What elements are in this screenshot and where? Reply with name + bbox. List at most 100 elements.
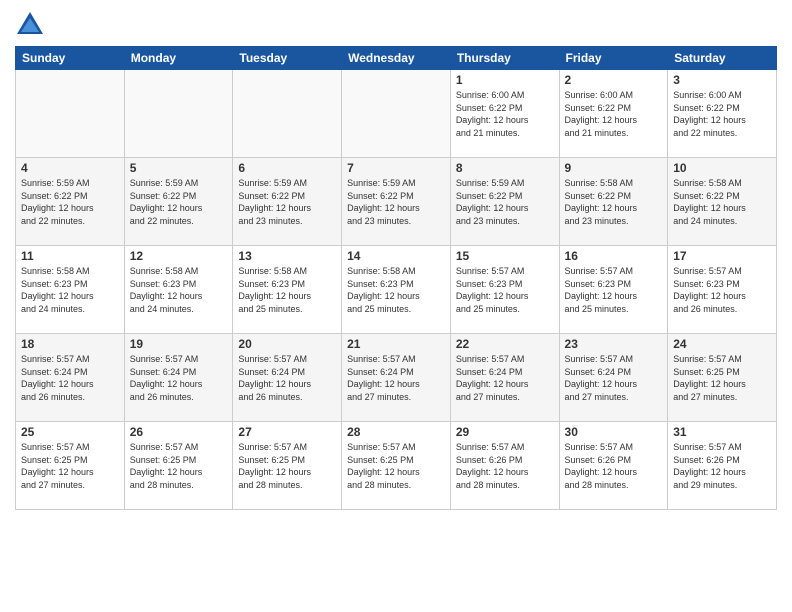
calendar-cell: 21 Sunrise: 5:57 AM Sunset: 6:24 PM Dayli… [342,334,451,422]
weekday-header: Wednesday [342,47,451,70]
day-info: Sunrise: 5:57 AM Sunset: 6:25 PM Dayligh… [238,441,336,491]
weekday-header: Monday [124,47,233,70]
day-number: 29 [456,425,554,439]
day-number: 5 [130,161,228,175]
day-number: 25 [21,425,119,439]
day-number: 4 [21,161,119,175]
day-number: 10 [673,161,771,175]
calendar-cell: 24 Sunrise: 5:57 AM Sunset: 6:25 PM Dayli… [668,334,777,422]
calendar-cell: 18Sunrise: 5:57 AM Sunset: 6:24 PM Dayli… [16,334,125,422]
day-number: 14 [347,249,445,263]
day-info: Sunrise: 5:57 AM Sunset: 6:24 PM Dayligh… [130,353,228,403]
calendar-cell: 19 Sunrise: 5:57 AM Sunset: 6:24 PM Dayli… [124,334,233,422]
day-number: 23 [565,337,663,351]
day-number: 24 [673,337,771,351]
day-info: Sunrise: 5:57 AM Sunset: 6:25 PM Dayligh… [130,441,228,491]
calendar-body: 1 Sunrise: 6:00 AM Sunset: 6:22 PM Daylig… [16,70,777,510]
weekday-header: Saturday [668,47,777,70]
weekday-header: Tuesday [233,47,342,70]
calendar-header: SundayMondayTuesdayWednesdayThursdayFrid… [16,47,777,70]
calendar-cell: 14 Sunrise: 5:58 AM Sunset: 6:23 PM Dayli… [342,246,451,334]
day-info: Sunrise: 5:57 AM Sunset: 6:24 PM Dayligh… [565,353,663,403]
day-info: Sunrise: 5:58 AM Sunset: 6:22 PM Dayligh… [565,177,663,227]
calendar-cell: 7 Sunrise: 5:59 AM Sunset: 6:22 PM Daylig… [342,158,451,246]
day-info: Sunrise: 5:58 AM Sunset: 6:23 PM Dayligh… [21,265,119,315]
day-info: Sunrise: 5:57 AM Sunset: 6:25 PM Dayligh… [21,441,119,491]
day-number: 1 [456,73,554,87]
day-info: Sunrise: 5:57 AM Sunset: 6:26 PM Dayligh… [565,441,663,491]
day-info: Sunrise: 5:57 AM Sunset: 6:26 PM Dayligh… [673,441,771,491]
day-info: Sunrise: 5:57 AM Sunset: 6:24 PM Dayligh… [456,353,554,403]
day-info: Sunrise: 5:58 AM Sunset: 6:23 PM Dayligh… [130,265,228,315]
day-number: 22 [456,337,554,351]
calendar-cell: 13 Sunrise: 5:58 AM Sunset: 6:23 PM Dayli… [233,246,342,334]
calendar-cell [124,70,233,158]
day-info: Sunrise: 6:00 AM Sunset: 6:22 PM Dayligh… [565,89,663,139]
calendar-cell [233,70,342,158]
calendar-cell: 22 Sunrise: 5:57 AM Sunset: 6:24 PM Dayli… [450,334,559,422]
day-info: Sunrise: 6:00 AM Sunset: 6:22 PM Dayligh… [673,89,771,139]
weekday-row: SundayMondayTuesdayWednesdayThursdayFrid… [16,47,777,70]
calendar-cell: 17Sunrise: 5:57 AM Sunset: 6:23 PM Dayli… [668,246,777,334]
day-info: Sunrise: 5:59 AM Sunset: 6:22 PM Dayligh… [238,177,336,227]
calendar-cell: 16Sunrise: 5:57 AM Sunset: 6:23 PM Dayli… [559,246,668,334]
day-number: 21 [347,337,445,351]
calendar-week-row: 11 Sunrise: 5:58 AM Sunset: 6:23 PM Dayli… [16,246,777,334]
calendar-cell: 1 Sunrise: 6:00 AM Sunset: 6:22 PM Daylig… [450,70,559,158]
day-info: Sunrise: 6:00 AM Sunset: 6:22 PM Dayligh… [456,89,554,139]
calendar-cell: 25 Sunrise: 5:57 AM Sunset: 6:25 PM Dayli… [16,422,125,510]
day-number: 17 [673,249,771,263]
calendar-cell: 20Sunrise: 5:57 AM Sunset: 6:24 PM Dayli… [233,334,342,422]
day-number: 6 [238,161,336,175]
calendar-cell: 27 Sunrise: 5:57 AM Sunset: 6:25 PM Dayli… [233,422,342,510]
calendar-cell: 29 Sunrise: 5:57 AM Sunset: 6:26 PM Dayli… [450,422,559,510]
day-number: 7 [347,161,445,175]
day-info: Sunrise: 5:59 AM Sunset: 6:22 PM Dayligh… [456,177,554,227]
calendar-week-row: 1 Sunrise: 6:00 AM Sunset: 6:22 PM Daylig… [16,70,777,158]
day-number: 13 [238,249,336,263]
logo-icon [15,10,45,40]
day-number: 26 [130,425,228,439]
day-info: Sunrise: 5:57 AM Sunset: 6:24 PM Dayligh… [347,353,445,403]
calendar-cell: 4Sunrise: 5:59 AM Sunset: 6:22 PM Daylig… [16,158,125,246]
day-info: Sunrise: 5:57 AM Sunset: 6:23 PM Dayligh… [565,265,663,315]
calendar-cell: 26 Sunrise: 5:57 AM Sunset: 6:25 PM Dayli… [124,422,233,510]
calendar-cell: 15 Sunrise: 5:57 AM Sunset: 6:23 PM Dayli… [450,246,559,334]
day-number: 2 [565,73,663,87]
day-info: Sunrise: 5:58 AM Sunset: 6:23 PM Dayligh… [347,265,445,315]
day-number: 11 [21,249,119,263]
calendar-cell: 5Sunrise: 5:59 AM Sunset: 6:22 PM Daylig… [124,158,233,246]
calendar-cell: 28 Sunrise: 5:57 AM Sunset: 6:25 PM Dayli… [342,422,451,510]
calendar-week-row: 18 Sunrise: 5:57 AM Sunset: 6:24 PM Dayli… [16,334,777,422]
day-info: Sunrise: 5:57 AM Sunset: 6:26 PM Dayligh… [456,441,554,491]
day-number: 28 [347,425,445,439]
day-info: Sunrise: 5:57 AM Sunset: 6:25 PM Dayligh… [673,353,771,403]
day-number: 15 [456,249,554,263]
day-info: Sunrise: 5:58 AM Sunset: 6:22 PM Dayligh… [673,177,771,227]
day-number: 18 [21,337,119,351]
day-info: Sunrise: 5:58 AM Sunset: 6:23 PM Dayligh… [238,265,336,315]
calendar-cell [16,70,125,158]
weekday-header: Friday [559,47,668,70]
day-info: Sunrise: 5:59 AM Sunset: 6:22 PM Dayligh… [347,177,445,227]
day-number: 19 [130,337,228,351]
calendar-cell: 10 Sunrise: 5:58 AM Sunset: 6:22 PM Dayli… [668,158,777,246]
calendar-week-row: 25 Sunrise: 5:57 AM Sunset: 6:25 PM Dayli… [16,422,777,510]
calendar-cell: 6 Sunrise: 5:59 AM Sunset: 6:22 PM Daylig… [233,158,342,246]
day-number: 8 [456,161,554,175]
calendar-cell: 9Sunrise: 5:58 AM Sunset: 6:22 PM Daylig… [559,158,668,246]
calendar-week-row: 4 Sunrise: 5:59 AM Sunset: 6:22 PM Daylig… [16,158,777,246]
weekday-header: Thursday [450,47,559,70]
calendar-cell: 2 Sunrise: 6:00 AM Sunset: 6:22 PM Daylig… [559,70,668,158]
calendar-cell: 8 Sunrise: 5:59 AM Sunset: 6:22 PM Daylig… [450,158,559,246]
day-info: Sunrise: 5:57 AM Sunset: 6:25 PM Dayligh… [347,441,445,491]
header [15,10,777,40]
day-info: Sunrise: 5:57 AM Sunset: 6:23 PM Dayligh… [456,265,554,315]
calendar: SundayMondayTuesdayWednesdayThursdayFrid… [15,46,777,510]
day-number: 30 [565,425,663,439]
weekday-header: Sunday [16,47,125,70]
day-number: 27 [238,425,336,439]
day-number: 12 [130,249,228,263]
calendar-cell: 3Sunrise: 6:00 AM Sunset: 6:22 PM Daylig… [668,70,777,158]
calendar-cell: 31Sunrise: 5:57 AM Sunset: 6:26 PM Dayli… [668,422,777,510]
